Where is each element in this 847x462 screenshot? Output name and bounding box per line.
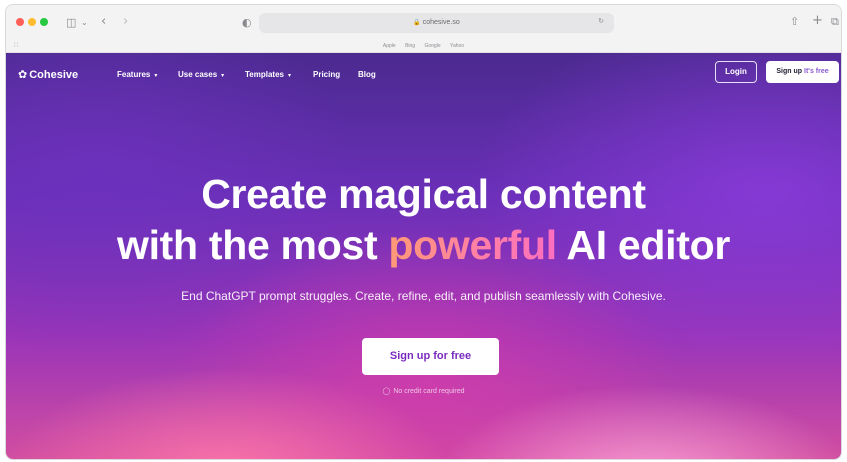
headline-accent-word: powerful [388, 222, 557, 268]
hero-subtitle: End ChatGPT prompt struggles. Create, re… [181, 289, 666, 303]
lock-icon: 🔒 [413, 19, 421, 26]
browser-toolbar: ◫ ⌄ ‹ › ◐ 🔒 cohesive.so ↻ ⇧ + ⧉ [6, 5, 841, 39]
favorite-item[interactable]: Google [424, 43, 440, 49]
page-content: ✿ Cohesive Features ▾ Use cases ▾ Templates… [6, 53, 841, 459]
chevron-down-icon: ▾ [154, 72, 158, 79]
nav-item-label: Templates [245, 70, 284, 79]
site-nav: ✿ Cohesive Features ▾ Use cases ▾ Templates… [6, 53, 841, 95]
nav-item-label: Features [117, 70, 151, 79]
close-window-button[interactable] [16, 18, 24, 26]
share-icon[interactable]: ⇧ [790, 16, 799, 27]
brand-logo[interactable]: ✿ Cohesive [18, 68, 78, 81]
signup-cta-button[interactable]: Sign up for free [362, 338, 499, 375]
reload-icon[interactable]: ↻ [598, 17, 604, 25]
nav-item-pricing[interactable]: Pricing [313, 70, 340, 79]
logo-icon: ✿ [18, 68, 28, 81]
no-credit-card-note: ◯ No credit card required [6, 387, 841, 395]
tab-overview-icon[interactable]: ⧉ [831, 16, 839, 27]
check-circle-icon: ◯ [382, 387, 391, 395]
headline-line-2: with the most powerful AI editor [6, 220, 841, 271]
browser-window: ◫ ⌄ ‹ › ◐ 🔒 cohesive.so ↻ ⇧ + ⧉ ∷ Apple B… [5, 4, 842, 460]
plus-icon[interactable]: + [812, 14, 823, 27]
zoom-window-button[interactable] [40, 18, 48, 26]
signup-sublabel: It's free [804, 68, 829, 75]
favorite-item[interactable]: Apple [383, 43, 396, 49]
login-button[interactable]: Login [715, 61, 757, 83]
headline-line-2-start: with the most [116, 222, 389, 268]
favorites-bar: ∷ Apple Bing Google Yahoo [6, 39, 841, 53]
nav-item-features[interactable]: Features ▾ [117, 70, 157, 79]
favorite-item[interactable]: Yahoo [450, 43, 464, 49]
signup-label: Sign up [776, 68, 803, 75]
headline-line-1: Create magical content [201, 171, 646, 217]
headline-line-2-end: AI editor [556, 222, 730, 268]
minimize-window-button[interactable] [28, 18, 36, 26]
url-display[interactable]: 🔒 cohesive.so [259, 13, 614, 33]
nav-item-blog[interactable]: Blog [358, 70, 376, 79]
nav-item-templates[interactable]: Templates ▾ [245, 70, 291, 79]
chevron-right-icon[interactable]: › [123, 15, 128, 28]
chevron-down-icon: ▾ [287, 72, 291, 79]
nav-item-label: Use cases [178, 70, 218, 79]
chevron-down-icon[interactable]: ⌄ [81, 17, 88, 28]
nav-item-use-cases[interactable]: Use cases ▾ [178, 70, 224, 79]
favorites-list: Apple Bing Google Yahoo [6, 39, 841, 53]
url-text: cohesive.so [422, 19, 460, 26]
shield-icon[interactable]: ◐ [242, 17, 252, 28]
sidebar-icon[interactable]: ◫ [66, 17, 76, 28]
hero-headline: Create magical content with the most pow… [6, 169, 841, 271]
nav-item-label: Blog [358, 70, 376, 79]
chevron-left-icon[interactable]: ‹ [101, 15, 106, 28]
brand-name: Cohesive [29, 69, 79, 81]
favorite-item[interactable]: Bing [405, 43, 415, 49]
nav-item-label: Pricing [313, 70, 341, 79]
note-text: No credit card required [393, 388, 465, 395]
address-bar[interactable]: 🔒 cohesive.so ↻ [259, 13, 614, 33]
nav-signup-button[interactable]: Sign up It's free [766, 61, 839, 83]
chevron-down-icon: ▾ [221, 72, 225, 79]
